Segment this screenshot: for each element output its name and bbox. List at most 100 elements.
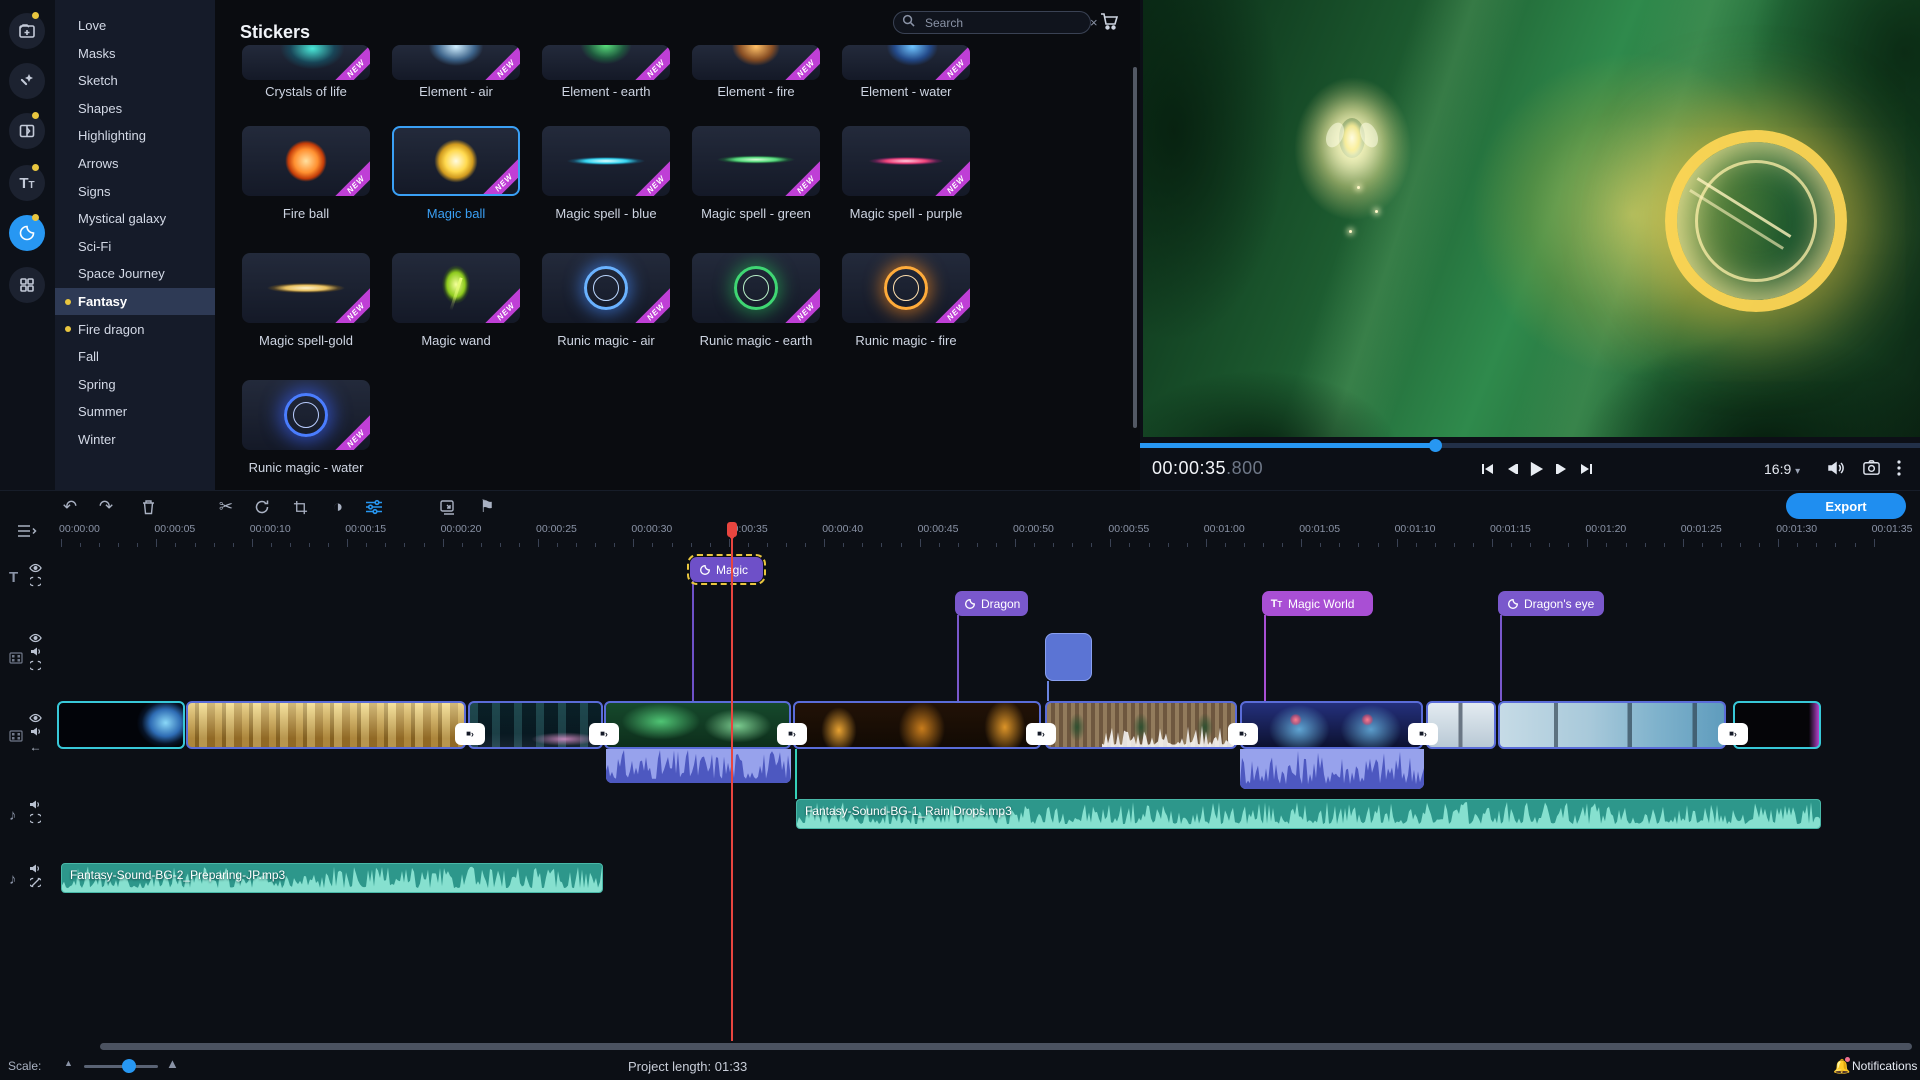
sticker-tile-element-water[interactable]: NEW <box>842 45 970 80</box>
video-clip-clip-moon[interactable] <box>57 701 185 749</box>
sidebar-item-sci-fi[interactable]: Sci-Fi <box>55 233 215 260</box>
split-scissors-button[interactable]: ✂ <box>214 495 238 519</box>
playhead-line[interactable] <box>731 523 733 1041</box>
undo-button[interactable]: ↶ <box>58 495 82 519</box>
timeline-clip-dragon-s-eye[interactable]: Dragon's eye <box>1498 591 1604 616</box>
transition-marker[interactable]: ■› <box>777 723 807 745</box>
video-clip-clip-robes[interactable] <box>793 701 1041 749</box>
sidebar-item-fantasy[interactable]: Fantasy <box>55 288 215 315</box>
sticker-tile-runic-magic-earth[interactable]: NEW <box>692 253 820 323</box>
titles-button[interactable]: TT <box>9 165 45 201</box>
sticker-tile-element-air[interactable]: NEW <box>392 45 520 80</box>
picture-in-picture-button[interactable] <box>435 495 459 519</box>
overlay-video-clip[interactable] <box>1045 633 1092 681</box>
cart-icon[interactable] <box>1098 10 1122 34</box>
sidebar-item-space-journey[interactable]: Space Journey <box>55 260 215 287</box>
horizontal-scrollbar[interactable] <box>100 1043 1912 1050</box>
transition-marker[interactable]: ■› <box>455 723 485 745</box>
sidebar-item-shapes[interactable]: Shapes <box>55 95 215 122</box>
sticker-tile-runic-magic-air[interactable]: NEW <box>542 253 670 323</box>
scale-slider-track[interactable] <box>84 1065 158 1068</box>
attached-audio-waveform[interactable] <box>1240 749 1424 789</box>
timeline-clip-magic[interactable]: Magic <box>690 557 763 582</box>
go-to-end-button[interactable] <box>1574 457 1598 481</box>
video-preview[interactable] <box>1143 0 1920 437</box>
sticker-tile-magic-ball[interactable]: NEW <box>392 126 520 196</box>
color-adjustments-button[interactable]: ◑ <box>326 495 350 519</box>
sticker-tile-element-earth[interactable]: NEW <box>542 45 670 80</box>
video-clip-clip-darkforest[interactable] <box>468 701 603 749</box>
filters-sliders-button[interactable] <box>362 495 386 519</box>
transition-marker[interactable]: ■› <box>589 723 619 745</box>
link-icon[interactable] <box>30 813 41 824</box>
rotate-button[interactable] <box>250 495 274 519</box>
visibility-eye-icon[interactable] <box>29 563 42 573</box>
link-icon[interactable] <box>30 660 41 671</box>
zoom-in-icon[interactable]: ▲ <box>166 1056 179 1071</box>
video-clip-clip-runes[interactable] <box>1240 701 1423 749</box>
visibility-eye-icon[interactable] <box>29 713 42 723</box>
scale-slider-thumb[interactable] <box>122 1059 136 1073</box>
aspect-ratio-selector[interactable]: 16:9 ▾ <box>1764 461 1800 477</box>
link-icon[interactable] <box>30 576 41 587</box>
audio-clip-1[interactable]: Fantasy-Sound-BG-1_Rain Drops.mp3 <box>796 799 1821 829</box>
mute-speaker-icon[interactable] <box>29 863 41 874</box>
sticker-tile-fire-ball[interactable]: NEW <box>242 126 370 196</box>
sidebar-item-love[interactable]: Love <box>55 12 215 39</box>
video-clip-clip-autumn[interactable] <box>186 701 466 749</box>
sticker-tile-crystals-of-life[interactable]: NEW <box>242 45 370 80</box>
sticker-tile-magic-wand[interactable]: NEW <box>392 253 520 323</box>
sticker-tile-element-fire[interactable]: NEW <box>692 45 820 80</box>
previous-frame-button[interactable] <box>1500 457 1524 481</box>
go-to-start-button[interactable] <box>1476 457 1500 481</box>
search-clear-icon[interactable]: × <box>1090 16 1098 29</box>
mute-speaker-icon[interactable] <box>30 646 42 657</box>
snapshot-camera-icon[interactable] <box>1862 458 1881 482</box>
timeline-clip-magic-world[interactable]: TTMagic World <box>1262 591 1373 616</box>
effects-button[interactable] <box>9 63 45 99</box>
transitions-button[interactable] <box>9 113 45 149</box>
more-tools-button[interactable] <box>9 267 45 303</box>
export-button[interactable]: Export <box>1786 493 1906 519</box>
marker-flag-button[interactable]: ⚑ <box>475 495 499 519</box>
sticker-tile-magic-spell-green[interactable]: NEW <box>692 126 820 196</box>
preview-seekbar[interactable] <box>1140 443 1920 448</box>
sidebar-item-masks[interactable]: Masks <box>55 40 215 67</box>
next-frame-button[interactable] <box>1550 457 1574 481</box>
search-input[interactable] <box>923 15 1082 31</box>
sticker-tile-magic-spell-purple[interactable]: NEW <box>842 126 970 196</box>
time-ruler[interactable]: 00:00:0000:00:0500:00:1000:00:1500:00:20… <box>0 521 1920 547</box>
media-import-button[interactable] <box>9 13 45 49</box>
video-clip-clip-witch[interactable] <box>1045 701 1237 749</box>
sidebar-item-winter[interactable]: Winter <box>55 426 215 453</box>
redo-button[interactable]: ↷ <box>94 495 118 519</box>
video-clip-clip-greenforest[interactable] <box>604 701 791 749</box>
sidebar-item-sketch[interactable]: Sketch <box>55 67 215 94</box>
sidebar-item-fall[interactable]: Fall <box>55 343 215 370</box>
arrow-left-icon[interactable]: ← <box>30 740 42 754</box>
volume-icon[interactable] <box>1826 458 1846 483</box>
transition-marker[interactable]: ■› <box>1026 723 1056 745</box>
zoom-out-icon[interactable]: ▲ <box>64 1058 73 1068</box>
sidebar-item-mystical-galaxy[interactable]: Mystical galaxy <box>55 205 215 232</box>
unlink-icon[interactable] <box>30 877 41 888</box>
visibility-eye-icon[interactable] <box>29 633 42 643</box>
play-button[interactable] <box>1524 457 1548 481</box>
sidebar-item-spring[interactable]: Spring <box>55 371 215 398</box>
sidebar-item-signs[interactable]: Signs <box>55 178 215 205</box>
sticker-tile-magic-spell-blue[interactable]: NEW <box>542 126 670 196</box>
timeline-clip-dragon[interactable]: Dragon <box>955 591 1028 616</box>
playhead-handle[interactable] <box>727 522 737 537</box>
sticker-tile-runic-magic-water[interactable]: NEW <box>242 380 370 450</box>
panel-scrollbar[interactable] <box>1133 67 1137 428</box>
video-clip-clip-sky[interactable] <box>1498 701 1726 749</box>
more-options-kebab-icon[interactable] <box>1896 458 1902 483</box>
sticker-tile-magic-spell-gold[interactable]: NEW <box>242 253 370 323</box>
mute-speaker-icon[interactable] <box>30 726 42 737</box>
transition-marker[interactable]: ■› <box>1718 723 1748 745</box>
delete-button[interactable] <box>136 495 160 519</box>
sidebar-item-summer[interactable]: Summer <box>55 398 215 425</box>
search-box[interactable]: × <box>893 11 1091 34</box>
audio-clip-2[interactable]: Fantasy-Sound-BG-2_Preparing-JP.mp3 <box>61 863 603 893</box>
sidebar-item-arrows[interactable]: Arrows <box>55 150 215 177</box>
